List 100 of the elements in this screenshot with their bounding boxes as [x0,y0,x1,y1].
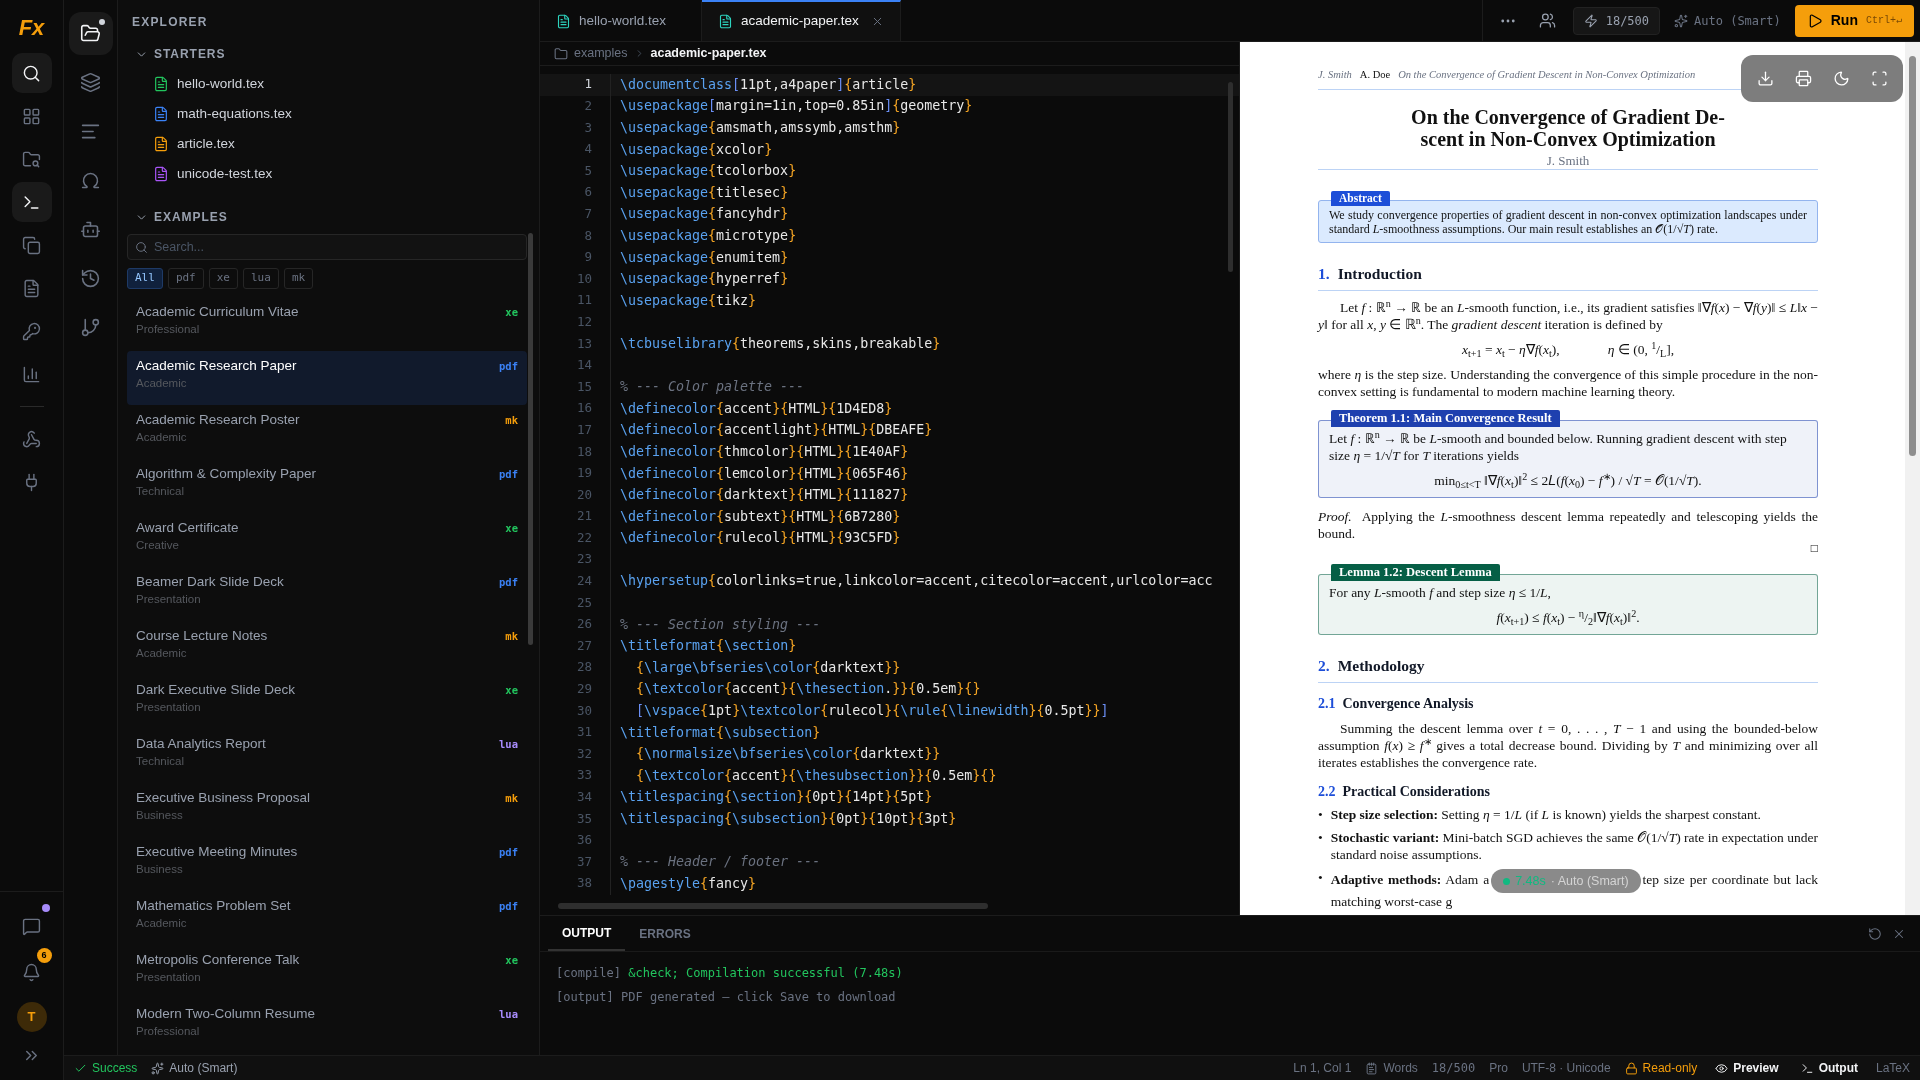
line-number: 24 [575,572,592,591]
running-header: On the Convergence of Gradient Descent in Non-Convex Optimization [1398,68,1696,82]
run-button[interactable]: Run Ctrl+↵ [1794,4,1914,37]
line-number: 15 [575,377,592,396]
code-line: \definecolor{lemcolor}{HTML}{065F46} [620,464,909,483]
line-number: 30 [575,701,592,720]
filter-tab[interactable]: All [127,268,163,289]
user-avatar[interactable]: T [16,1002,47,1032]
code-line: \definecolor{thmcolor}{HTML}{1E40AF} [620,442,909,461]
folder-search-icon [22,149,41,169]
code-line: \usepackage{tikz} [620,291,757,310]
robot-icon [80,219,101,240]
code-line: \usepackage{titlesec} [620,183,789,202]
section-header[interactable]: STARTERS [127,43,234,65]
notification-count: 6 [36,948,52,963]
line-number: 38 [575,874,592,893]
usage-button[interactable]: 18/500 [1572,6,1661,35]
line-number: 26 [575,615,592,634]
document-icon [1365,1061,1379,1075]
mode-button[interactable]: Auto (Smart) [1668,6,1787,35]
code-line: % --- Section styling --- [620,615,821,634]
template-item[interactable]: Executive Business Proposal Business mk [127,783,527,837]
box-label: Abstract [1331,191,1390,206]
search-button[interactable] [11,53,52,93]
breadcrumb-item[interactable]: examples [574,44,628,63]
scrollbar-thumb[interactable] [1909,56,1916,456]
template-item[interactable]: Beamer Dark Slide Deck Presentation pdf [127,567,527,621]
code-line: \titlespacing{\subsection}{0pt}{10pt}{3pt} [620,810,957,828]
template-item[interactable]: Award Certificate Creative xe [127,513,527,567]
filter-tab[interactable]: xe [208,268,238,289]
filter-tab[interactable]: pdf [167,268,204,289]
box-label: Theorem 1.1: Main Convergence Result [1331,410,1560,427]
status-text: Read-only [1642,1060,1698,1077]
filter-tab[interactable]: lua [243,268,279,289]
terminal-button[interactable] [11,182,52,222]
eye-icon [1715,1061,1729,1075]
code-line: \usepackage{xcolor} [620,140,773,159]
file-item[interactable]: math-equations.tex [127,99,527,129]
template-item[interactable]: Course Lecture Notes Academic mk [127,621,527,675]
section-header[interactable]: EXAMPLES [127,206,236,228]
status-text: UTF-8 · Unicode [1521,1060,1611,1077]
line-number: 34 [575,788,592,806]
equation: η ∈ (0, $^{1}$/$_{L}$], [1607,341,1675,358]
file-item[interactable]: unicode-test.tex [127,159,527,189]
section-heading: Methodology [1337,657,1425,674]
template-item[interactable]: Data Analytics Report Technical lua [127,729,527,783]
line-number: 29 [575,680,592,699]
scrollbar-thumb[interactable] [1228,82,1233,272]
equation: min$_{0≤t<T}$ ‖∇f(x$_{t}$)‖$^{2}$ ≤ 2𝐿(f(x$_{0}$) − f$^{∗}$) / √T = 𝒪(1/√T). [1434,472,1702,489]
preview-button[interactable]: Preview [1711,1059,1783,1077]
omega-icon [80,170,101,191]
code-line: \usepackage{tcolorbox} [620,162,797,181]
scrollbar-thumb[interactable] [528,233,533,645]
list-item: Step size selection: Setting η = 1/L (if L is known) yields the sharpest constant. [1330,806,1762,823]
search-field[interactable]: Search... [127,234,527,260]
copy-icon [22,235,41,255]
filter-tab[interactable]: mk [283,268,314,289]
template-item[interactable]: Dark Executive Slide Deck Presentation xe [127,675,527,729]
code-line: \usepackage{enumitem} [620,248,789,267]
panel-tab[interactable]: OUTPUT [548,916,626,951]
template-item[interactable]: Metropolis Conference Talk Presentation xe [127,945,527,999]
folder-button[interactable] [68,12,113,55]
box-label: Lemma 1.2: Descent Lemma [1331,564,1500,581]
terminal-icon [1800,1061,1814,1075]
app-logo: Fx [18,17,45,39]
panel-tab[interactable]: ERRORS [625,916,705,951]
panel-title: EXPLORER [132,14,209,31]
template-item[interactable]: Mathematics Problem Set Academic pdf [127,891,527,945]
status-text: LaTeX [1875,1060,1910,1077]
editor-tab[interactable]: academic-paper.tex [702,0,901,41]
output-button[interactable]: Output [1796,1059,1862,1077]
key-icon [22,321,41,341]
sparkle-icon [1674,13,1689,28]
code-line: \usepackage[margin=1in,top=0.85in]{geometry} [620,97,973,116]
code-line: % --- Header / footer --- [620,853,821,872]
template-item[interactable]: Executive Meeting Minutes Business pdf [127,837,527,891]
line-number: 10 [575,269,592,288]
dashboard-icon [22,106,41,126]
layers-icon [80,72,101,93]
section-heading: Practical Considerations [1342,783,1490,800]
code-line: \hypersetup{colorlinks=true,linkcolor=accent,citecolor=accent,urlcolor=acc [620,572,1213,591]
abstract-text: We study convergence properties of gradient descent in non-convex optimization landscapes under standard L-smoothness assumptions. Our main result establishes an 𝒪(1/√T) rate. [1329,208,1807,236]
section-heading: Introduction [1337,265,1422,282]
template-item[interactable]: Academic Curriculum Vitae Professional xe [127,297,527,351]
status-text: Ln 1, Col 1 [1293,1060,1352,1077]
refresh-button[interactable] [1868,926,1882,941]
file-item[interactable]: hello-world.tex [127,69,527,99]
log-line: [output] PDF generated — click Save to download [556,989,897,1006]
status-text: Auto (Smart) [169,1060,238,1077]
code-line: \usepackage{hyperref} [620,270,789,289]
template-item[interactable]: Algorithm & Complexity Paper Technical pdf [127,459,527,513]
moon-icon [1832,70,1850,87]
line-number: 33 [575,766,592,785]
breadcrumb-item[interactable]: academic-paper.tex [650,44,767,63]
template-item[interactable]: Modern Two-Column Resume Professional lua [127,999,527,1053]
template-item[interactable]: Academic Research Poster Academic mk [127,405,527,459]
template-item[interactable]: Academic Research Paper Academic pdf [127,351,527,405]
scrollbar-thumb[interactable] [558,903,988,909]
history-icon [80,268,101,289]
file-item[interactable]: article.tex [127,129,527,159]
